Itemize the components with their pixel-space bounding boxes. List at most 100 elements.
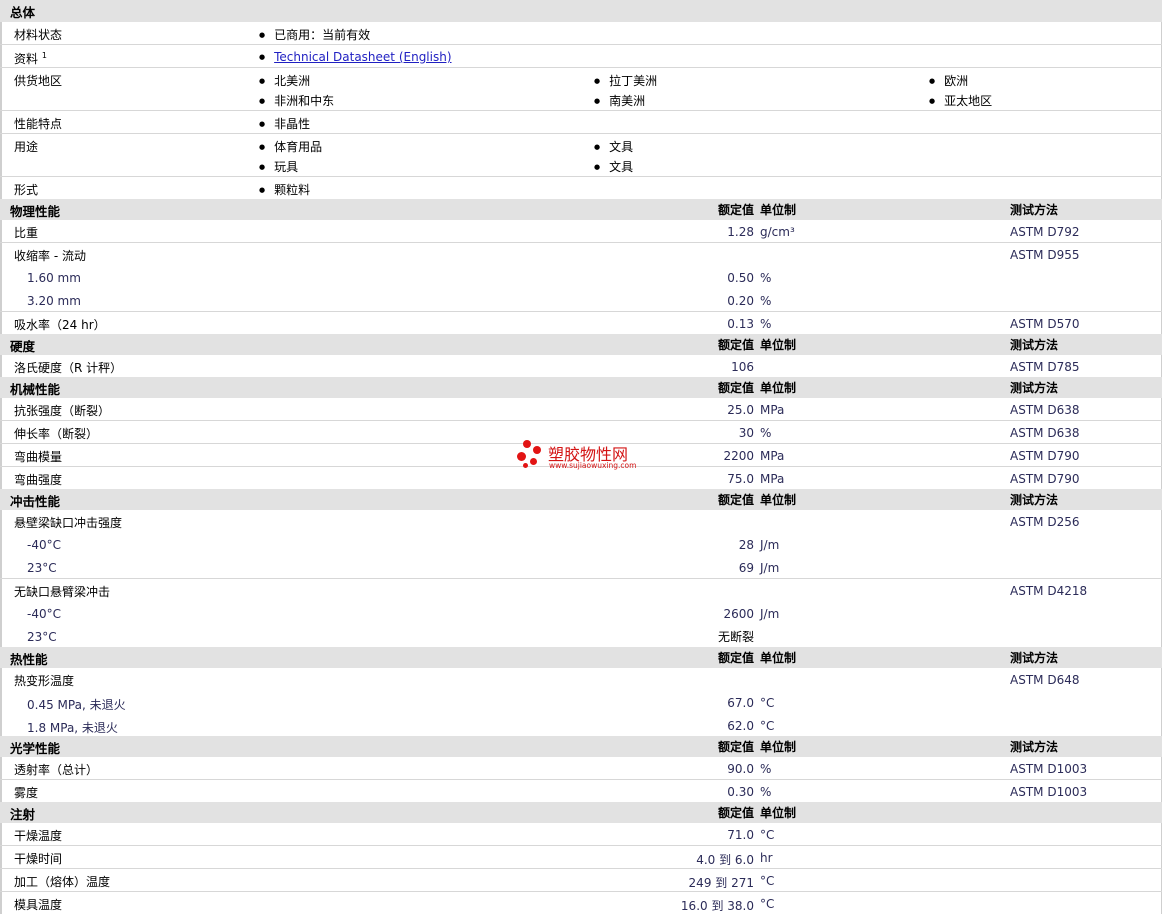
- use-item: 文具: [594, 138, 633, 155]
- property-value: 106: [731, 360, 754, 374]
- use-item: 玩具: [259, 158, 298, 175]
- region-item: 亚太地区: [929, 92, 992, 109]
- section-title: 总体: [10, 5, 36, 20]
- property-value: 62.0: [727, 719, 754, 733]
- form-row: 形式 颗粒料: [0, 177, 1162, 199]
- property-unit: J/m: [760, 561, 780, 575]
- test-method: ASTM D790: [1010, 472, 1080, 486]
- property-row: 热变形温度 ASTM D648: [0, 668, 1162, 691]
- test-header: 测试方法: [1010, 493, 1059, 507]
- property-label: 透射率（总计）: [14, 763, 99, 777]
- property-row: 雾度 0.30 % ASTM D1003: [0, 780, 1162, 802]
- property-label: 弯曲强度: [14, 473, 63, 487]
- condition-label: 0.45 MPa, 未退火: [27, 698, 126, 712]
- property-value: 0.20: [727, 294, 754, 308]
- condition-label: 1.8 MPa, 未退火: [27, 721, 118, 735]
- test-header: 测试方法: [1010, 651, 1059, 665]
- condition-label: 1.60 mm: [27, 271, 81, 285]
- test-method: ASTM D1003: [1010, 762, 1088, 776]
- regions-label: 供货地区: [14, 74, 63, 88]
- property-row: 悬壁梁缺口冲击强度 ASTM D256: [0, 510, 1162, 533]
- nominal-header: 额定值: [717, 806, 754, 820]
- status-label: 材料状态: [14, 28, 63, 42]
- property-value: 1.28: [727, 225, 754, 239]
- property-subrow: -40°C 2600 J/m: [0, 602, 1162, 625]
- property-unit: MPa: [760, 449, 785, 463]
- section-title: 物理性能: [10, 204, 61, 219]
- property-value: 249 到 271: [688, 876, 754, 890]
- section-title: 热性能: [10, 652, 48, 667]
- region-item: 欧洲: [929, 72, 968, 89]
- unit-header: 单位制: [760, 338, 797, 352]
- logo-dot-icon: [530, 458, 537, 465]
- test-method: ASTM D256: [1010, 515, 1080, 529]
- property-row: 干燥温度 71.0 °C: [0, 823, 1162, 846]
- property-value: 28: [738, 538, 754, 552]
- property-label: 抗张强度（断裂）: [14, 404, 111, 418]
- test-method: ASTM D790: [1010, 449, 1080, 463]
- watermark-url: www.sujiaowuxing.com: [549, 461, 637, 470]
- test-method: ASTM D648: [1010, 673, 1080, 687]
- condition-label: -40°C: [27, 538, 61, 552]
- property-unit: %: [760, 762, 772, 776]
- section-mechanical-header: 机械性能 额定值 单位制 测试方法: [0, 377, 1162, 398]
- use-item: 文具: [594, 158, 633, 175]
- property-row: 干燥时间 4.0 到 6.0 hr: [0, 846, 1162, 869]
- feature-item: 非晶性: [259, 115, 310, 132]
- test-method: ASTM D638: [1010, 426, 1080, 440]
- logo-dot-icon: [523, 440, 531, 448]
- property-unit: °C: [760, 719, 775, 733]
- property-label: 模具温度: [14, 898, 63, 912]
- nominal-header: 额定值: [717, 651, 754, 665]
- property-unit: °C: [760, 897, 775, 911]
- property-label: 干燥时间: [14, 852, 63, 866]
- property-row: 吸水率（24 hr） 0.13 % ASTM D570: [0, 312, 1162, 334]
- unit-header: 单位制: [760, 806, 797, 820]
- property-value: 无断裂: [717, 630, 754, 644]
- test-method: ASTM D570: [1010, 317, 1080, 331]
- test-method: ASTM D792: [1010, 225, 1080, 239]
- property-subrow: 1.60 mm 0.50 %: [0, 266, 1162, 289]
- property-value: 4.0 到 6.0: [696, 853, 754, 867]
- features-label: 性能特点: [14, 117, 63, 131]
- property-row: 比重 1.28 g/cm³ ASTM D792: [0, 220, 1162, 243]
- property-unit: %: [760, 317, 772, 331]
- section-general-header: 总体: [0, 0, 1162, 22]
- docs-item: Technical Datasheet (English): [259, 50, 451, 64]
- test-method: ASTM D638: [1010, 403, 1080, 417]
- region-item: 非洲和中东: [259, 92, 334, 109]
- regions-row: 供货地区 北美洲 拉丁美洲 欧洲 非洲和中东 南美洲 亚太地区: [0, 68, 1162, 111]
- section-impact-header: 冲击性能 额定值 单位制 测试方法: [0, 489, 1162, 510]
- section-title: 注射: [10, 807, 36, 822]
- property-unit: °C: [760, 828, 775, 842]
- property-value: 0.50: [727, 271, 754, 285]
- unit-header: 单位制: [760, 651, 797, 665]
- condition-label: 23°C: [27, 561, 57, 575]
- test-header: 测试方法: [1010, 740, 1059, 754]
- property-value: 75.0: [727, 472, 754, 486]
- property-label: 洛氏硬度（R 计秤）: [14, 361, 123, 375]
- condition-label: 3.20 mm: [27, 294, 81, 308]
- condition-label: -40°C: [27, 607, 61, 621]
- section-title: 光学性能: [10, 741, 61, 756]
- property-subrow: 3.20 mm 0.20 %: [0, 289, 1162, 312]
- section-title: 硬度: [10, 339, 36, 354]
- property-label: 比重: [14, 226, 39, 240]
- property-subrow: -40°C 28 J/m: [0, 533, 1162, 556]
- nominal-header: 额定值: [717, 338, 754, 352]
- test-method: ASTM D785: [1010, 360, 1080, 374]
- section-title: 机械性能: [10, 382, 61, 397]
- nominal-header: 额定值: [717, 203, 754, 217]
- property-label: 弯曲模量: [14, 450, 63, 464]
- section-optical-header: 光学性能 额定值 单位制 测试方法: [0, 736, 1162, 757]
- condition-label: 23°C: [27, 630, 57, 644]
- test-header: 测试方法: [1010, 381, 1059, 395]
- watermark-logo: 塑胶物性网 www.sujiaowuxing.com: [517, 439, 657, 475]
- technical-datasheet-link[interactable]: Technical Datasheet (English): [274, 50, 451, 64]
- datasheet: 总体 材料状态 已商用：当前有效 资料 1 Technical Datashee…: [0, 0, 1162, 914]
- region-item: 拉丁美洲: [594, 72, 657, 89]
- section-physical-header: 物理性能 额定值 单位制 测试方法: [0, 199, 1162, 220]
- docs-label: 资料 1: [14, 51, 47, 66]
- property-value: 0.30: [727, 785, 754, 799]
- property-label: 干燥温度: [14, 829, 63, 843]
